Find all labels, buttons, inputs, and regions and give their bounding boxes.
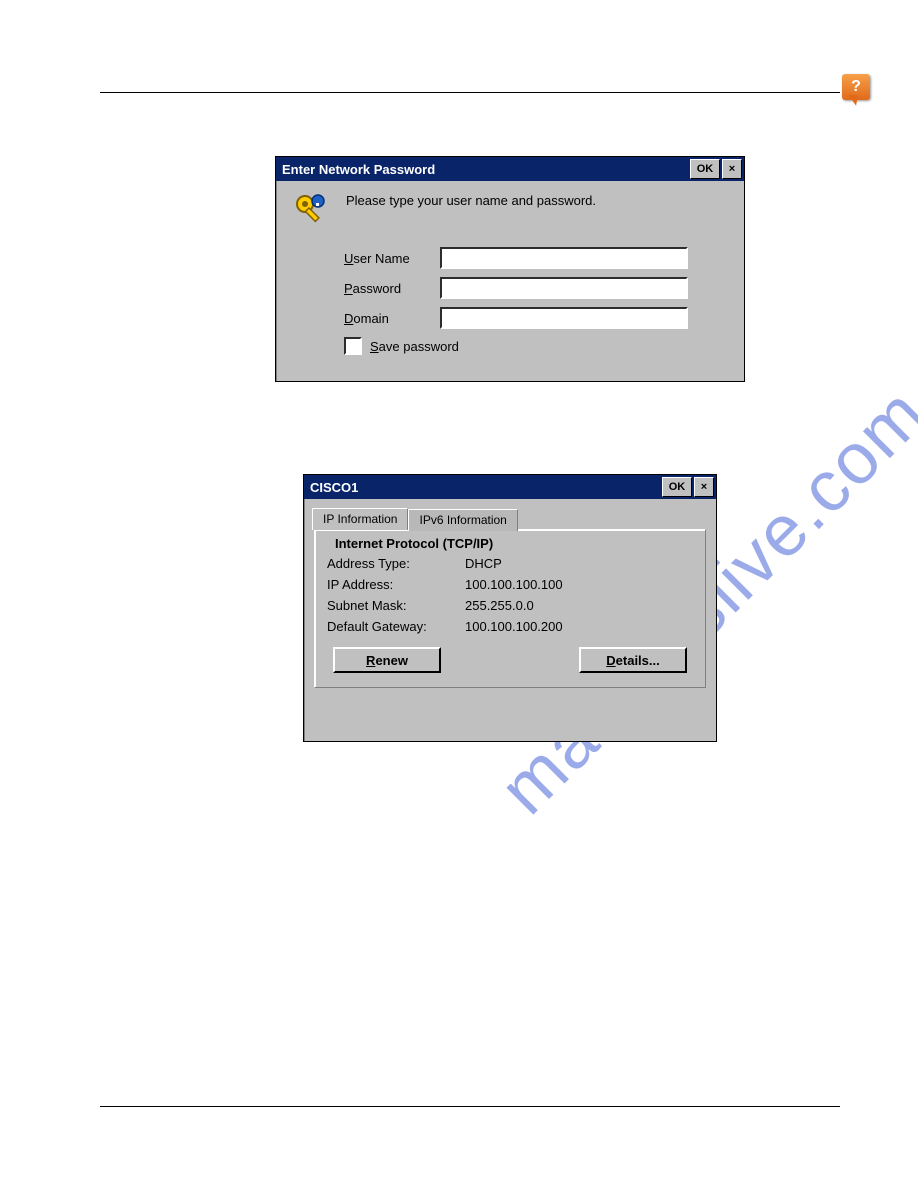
tab-ipv6-information[interactable]: IPv6 Information bbox=[408, 509, 517, 531]
dialog2-title: CISCO1 bbox=[310, 480, 358, 495]
dialog1-close-button[interactable]: × bbox=[722, 159, 742, 179]
page-bottom-rule bbox=[100, 1106, 840, 1107]
dialog2-close-button[interactable]: × bbox=[694, 477, 714, 497]
username-label: User Name bbox=[344, 251, 440, 266]
dialog1-titlebar: Enter Network Password OK × bbox=[276, 157, 744, 181]
renew-button[interactable]: Renew bbox=[333, 647, 441, 673]
dialog1-title: Enter Network Password bbox=[282, 162, 435, 177]
dialog2-ok-button[interactable]: OK bbox=[662, 477, 692, 497]
dialog1-message: Please type your user name and password. bbox=[346, 193, 596, 208]
cisco1-dialog: CISCO1 OK × IP Information IPv6 Informat… bbox=[303, 474, 717, 742]
row-address-type: Address Type:DHCP bbox=[327, 553, 693, 574]
enter-network-password-dialog: Enter Network Password OK × Please type … bbox=[275, 156, 745, 382]
save-password-label: Save password bbox=[370, 339, 459, 354]
save-password-checkbox[interactable] bbox=[344, 337, 362, 355]
dialog1-ok-button[interactable]: OK bbox=[690, 159, 720, 179]
row-subnet-mask: Subnet Mask:255.255.0.0 bbox=[327, 595, 693, 616]
password-input[interactable] bbox=[440, 277, 688, 299]
group-legend: Internet Protocol (TCP/IP) bbox=[331, 536, 497, 551]
domain-input[interactable] bbox=[440, 307, 688, 329]
row-default-gateway: Default Gateway:100.100.100.200 bbox=[327, 616, 693, 637]
row-ip-address: IP Address:100.100.100.100 bbox=[327, 574, 693, 595]
password-label: Password bbox=[344, 281, 440, 296]
key-icon bbox=[294, 193, 328, 227]
username-input[interactable] bbox=[440, 247, 688, 269]
dialog2-titlebar: CISCO1 OK × bbox=[304, 475, 716, 499]
tab-ip-information[interactable]: IP Information bbox=[312, 508, 408, 530]
page-top-rule bbox=[100, 92, 840, 93]
details-button[interactable]: Details... bbox=[579, 647, 687, 673]
domain-label: Domain bbox=[344, 311, 440, 326]
help-icon[interactable]: ? bbox=[842, 74, 870, 100]
